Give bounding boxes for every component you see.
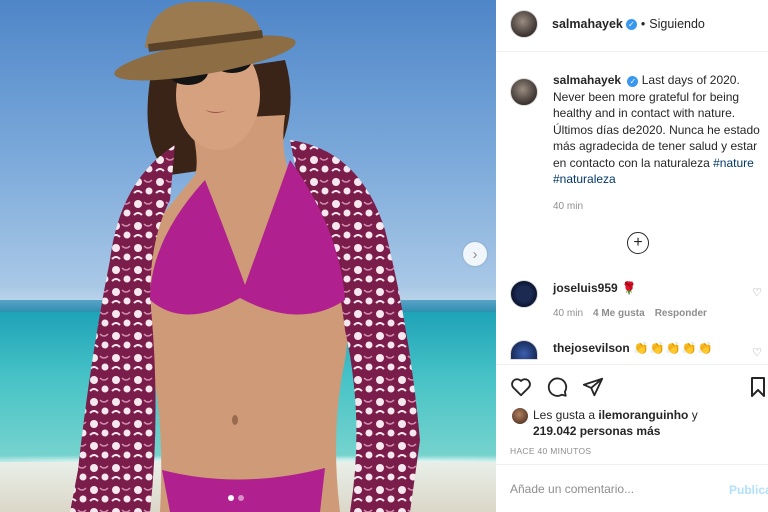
liker-avatar: [512, 408, 528, 424]
next-slide-button[interactable]: ›: [463, 242, 487, 266]
liker-username[interactable]: ilemoranguinho: [598, 408, 688, 422]
heart-icon[interactable]: ♡: [752, 346, 762, 359]
verified-badge-icon: ✓: [627, 76, 639, 87]
comment-likes[interactable]: 4 Me gusta: [593, 308, 645, 319]
plus-circle-icon: +: [633, 234, 643, 251]
comment-text: 🌹: [621, 281, 637, 295]
reply-button[interactable]: Responder: [655, 308, 707, 319]
carousel-dot-active: [228, 495, 234, 501]
comment-time: 40 min: [553, 308, 584, 319]
comment-item: joseluis959 🌹 40 min 4 Me gusta Responde…: [510, 280, 766, 319]
commenter-username[interactable]: thejosevilson: [553, 340, 630, 356]
publish-button[interactable]: Publicar: [729, 483, 768, 497]
load-more-comments-button[interactable]: +: [627, 232, 649, 254]
commenter-avatar[interactable]: [510, 340, 538, 360]
comment-text: 👏👏👏👏👏: [633, 341, 714, 355]
paper-plane-icon[interactable]: [582, 376, 604, 398]
comment-input[interactable]: [510, 482, 710, 496]
hashtag-link[interactable]: #naturaleza: [553, 172, 616, 186]
chevron-right-icon: ›: [472, 245, 478, 263]
commenter-username[interactable]: joseluis959: [553, 280, 618, 296]
carousel-indicator: [228, 495, 244, 501]
verified-badge-icon: ✓: [625, 18, 637, 30]
author-avatar[interactable]: [510, 10, 538, 38]
separator-bullet: •: [640, 17, 646, 31]
commenter-avatar[interactable]: [510, 280, 538, 308]
caption-author-avatar[interactable]: [510, 78, 538, 106]
likes-conj: y: [691, 408, 698, 422]
likes-summary: Les gusta a ilemoranguinho y 219.042 per…: [510, 407, 760, 439]
likes-prefix: Les gusta a: [533, 408, 596, 422]
post-header: salmahayek ✓ • Siguiendo: [496, 0, 768, 52]
post-actions: Les gusta a ilemoranguinho y 219.042 per…: [496, 364, 768, 464]
following-button[interactable]: Siguiendo: [649, 17, 705, 31]
carousel-dot: [238, 495, 244, 501]
heart-icon[interactable]: ♡: [752, 286, 762, 299]
comment-icon[interactable]: [546, 376, 568, 398]
hashtag-link[interactable]: #nature: [713, 156, 754, 170]
likes-count[interactable]: 219.042 personas más: [533, 424, 660, 438]
caption-username[interactable]: salmahayek: [553, 73, 621, 87]
heart-icon[interactable]: [510, 376, 532, 398]
author-username[interactable]: salmahayek: [552, 17, 623, 31]
post-photo[interactable]: ›: [0, 0, 496, 512]
comment-composer: Publicar: [496, 464, 768, 512]
woman-figure: [70, 1, 420, 512]
post-sidebar: salmahayek ✓ • Siguiendo salmahayek ✓ La…: [496, 0, 768, 512]
post-timestamp[interactable]: HACE 40 MINUTOS: [510, 446, 591, 456]
bookmark-icon[interactable]: [750, 376, 766, 398]
comment-item: thejosevilson 👏👏👏👏👏 ♡: [510, 340, 766, 360]
caption-time: 40 min: [553, 200, 584, 212]
caption: salmahayek ✓ Last days of 2020. Never be…: [510, 72, 762, 212]
